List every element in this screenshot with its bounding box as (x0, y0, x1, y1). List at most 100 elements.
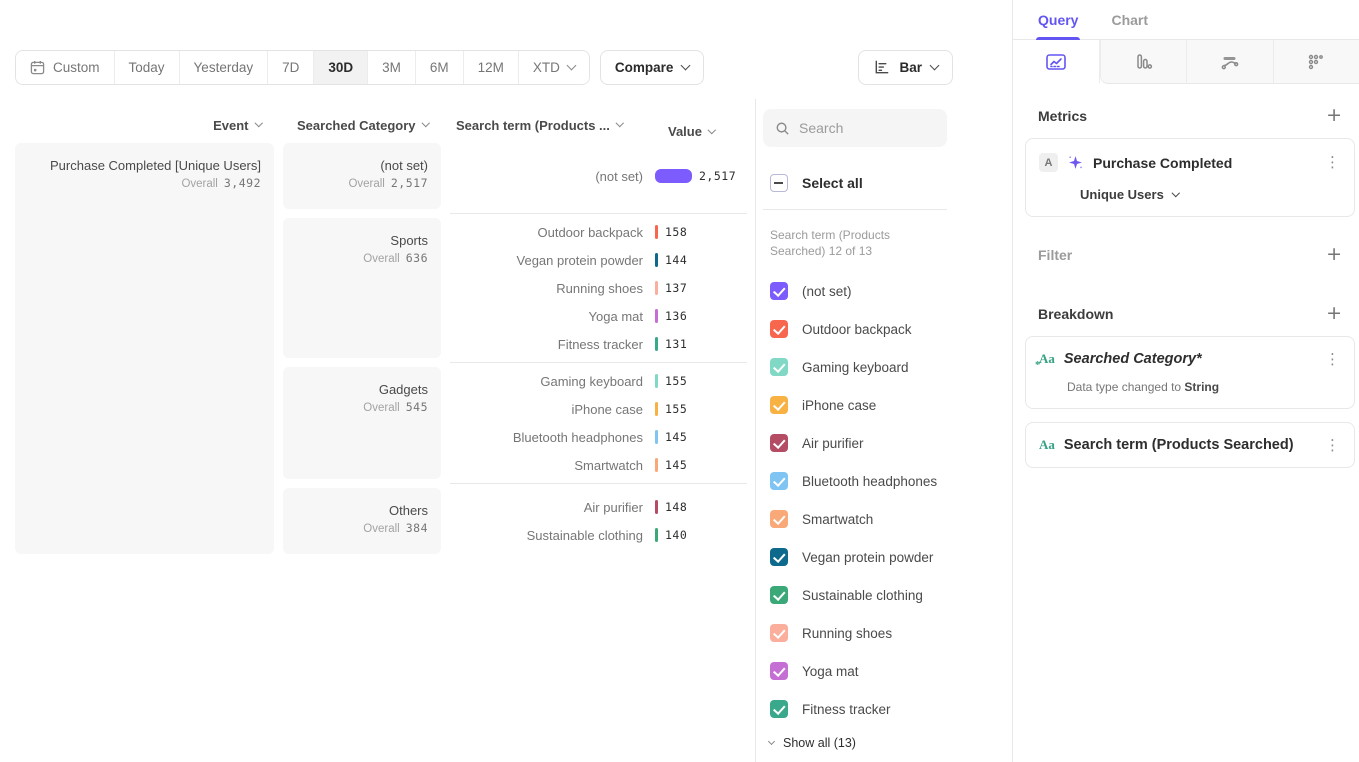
checkbox[interactable] (770, 320, 788, 338)
checkbox[interactable] (770, 662, 788, 680)
table-row[interactable]: Air purifier 148 (450, 493, 755, 521)
checkbox[interactable] (770, 586, 788, 604)
term-checkbox-item[interactable]: Running shoes (763, 614, 1012, 652)
category-name: Gadgets (293, 381, 428, 398)
show-all-button[interactable]: Show all (13) (763, 736, 1012, 750)
date-range-7d[interactable]: 7D (267, 51, 313, 84)
add-filter-button[interactable]: + (1326, 245, 1342, 264)
value-bar[interactable] (655, 253, 658, 267)
value-bar[interactable] (655, 169, 692, 183)
table-row[interactable]: Sustainable clothing 140 (450, 521, 755, 549)
tab-insights[interactable] (1013, 40, 1100, 84)
kebab-icon[interactable]: ⋮ (1323, 438, 1342, 453)
date-range-yesterday[interactable]: Yesterday (179, 51, 268, 84)
checkbox[interactable] (770, 396, 788, 414)
category-overall: Overall545 (293, 400, 428, 414)
checkbox[interactable] (770, 472, 788, 490)
term-checkbox-item[interactable]: Fitness tracker (763, 690, 1012, 728)
table-row[interactable]: Bluetooth headphones 145 (450, 423, 755, 451)
chart-type-button[interactable]: Bar (858, 50, 953, 85)
term-checkbox-label: Outdoor backpack (802, 322, 912, 337)
tab-funnels[interactable] (1100, 40, 1187, 84)
table-row[interactable]: Outdoor backpack 158 (450, 218, 755, 246)
date-range-today[interactable]: Today (114, 51, 179, 84)
category-card[interactable]: Sports Overall636 (283, 218, 441, 358)
term-checkbox-item[interactable]: Outdoor backpack (763, 310, 1012, 348)
column-header-value[interactable]: Value (668, 118, 714, 146)
term-checkbox-item[interactable]: Bluetooth headphones (763, 462, 1012, 500)
category-card[interactable]: Others Overall384 (283, 488, 441, 554)
add-breakdown-button[interactable]: + (1326, 304, 1342, 323)
checkbox[interactable] (770, 282, 788, 300)
value-bar[interactable] (655, 374, 658, 388)
value-bar[interactable] (655, 458, 658, 472)
value-bar[interactable] (655, 528, 658, 542)
date-range-xtd[interactable]: XTD (518, 51, 589, 84)
term-rows: Air purifier 148 Sustainable clothing 14… (450, 488, 755, 554)
select-all[interactable]: Select all (770, 174, 1012, 192)
term-checkbox-item[interactable]: Smartwatch (763, 500, 1012, 538)
checkbox[interactable] (770, 624, 788, 642)
tab-flows[interactable] (1186, 40, 1273, 84)
search-icon (775, 121, 790, 136)
date-range-12m[interactable]: 12M (463, 51, 518, 84)
term-checkbox-item[interactable]: Sustainable clothing (763, 576, 1012, 614)
add-metric-button[interactable]: + (1326, 106, 1342, 125)
breakdown-property-name: Searched Category* (1064, 351, 1202, 367)
compare-button[interactable]: Compare (600, 50, 705, 85)
date-range-custom[interactable]: Custom (16, 51, 114, 84)
term-label: Running shoes (450, 281, 643, 296)
term-checkbox-item[interactable]: Vegan protein powder (763, 538, 1012, 576)
term-checkbox-item[interactable]: (not set) (763, 272, 1012, 310)
event-card[interactable]: Purchase Completed [Unique Users] Overal… (15, 143, 274, 554)
category-card[interactable]: Gadgets Overall545 (283, 367, 441, 479)
table-row[interactable]: (not set) 2,517 (450, 162, 755, 190)
date-range-30d[interactable]: 30D (313, 51, 367, 84)
table-row[interactable]: Yoga mat 136 (450, 302, 755, 330)
term-checkbox-item[interactable]: Gaming keyboard (763, 348, 1012, 386)
table-row[interactable]: Smartwatch 145 (450, 451, 755, 479)
term-checkbox-item[interactable]: Air purifier (763, 424, 1012, 462)
checkbox[interactable] (770, 700, 788, 718)
column-header-category[interactable]: Searched Category (283, 118, 441, 133)
breakdown-card-search-term[interactable]: Aa Search term (Products Searched) ⋮ (1025, 422, 1355, 468)
date-range-3m[interactable]: 3M (367, 51, 415, 84)
select-all-checkbox[interactable] (770, 174, 788, 192)
value-bar[interactable] (655, 281, 658, 295)
value-bar[interactable] (655, 225, 658, 239)
date-range-6m[interactable]: 6M (415, 51, 463, 84)
tab-query[interactable]: Query (1038, 0, 1078, 39)
checkbox[interactable] (770, 548, 788, 566)
breakdown-card-category[interactable]: Aa* Searched Category* ⋮ Data type chang… (1025, 336, 1355, 409)
kebab-icon[interactable]: ⋮ (1323, 155, 1342, 170)
breakdown-card-row: Aa* Searched Category* ⋮ (1039, 351, 1342, 367)
date-range-label: 12M (478, 60, 504, 75)
checkbox[interactable] (770, 358, 788, 376)
table-row[interactable]: iPhone case 155 (450, 395, 755, 423)
tab-retention[interactable] (1273, 40, 1359, 84)
value-bar[interactable] (655, 337, 658, 351)
header-rows-region: Search term (Products ... Value (450, 118, 755, 133)
sidebar-content: Metrics + A Purchase Completed ⋮ (1013, 84, 1359, 468)
kebab-icon[interactable]: ⋮ (1323, 352, 1342, 367)
tab-chart[interactable]: Chart (1111, 0, 1148, 39)
search-box[interactable] (763, 109, 947, 147)
table-row[interactable]: Gaming keyboard 155 (450, 367, 755, 395)
category-card[interactable]: (not set) Overall2,517 (283, 143, 441, 209)
table-row[interactable]: Vegan protein powder 144 (450, 246, 755, 274)
checkbox[interactable] (770, 510, 788, 528)
value-bar[interactable] (655, 402, 658, 416)
checkbox[interactable] (770, 434, 788, 452)
metric-card[interactable]: A Purchase Completed ⋮ Unique Users (1025, 138, 1355, 217)
value-bar[interactable] (655, 309, 658, 323)
column-header-event[interactable]: Event (15, 118, 274, 133)
value-bar[interactable] (655, 500, 658, 514)
search-input[interactable] (799, 120, 929, 136)
value-bar[interactable] (655, 430, 658, 444)
term-checkbox-item[interactable]: iPhone case (763, 386, 1012, 424)
table-row[interactable]: Fitness tracker 131 (450, 330, 755, 358)
measure-dropdown[interactable]: Unique Users (1080, 187, 1342, 202)
category-overall: Overall2,517 (293, 176, 428, 190)
term-checkbox-item[interactable]: Yoga mat (763, 652, 1012, 690)
table-row[interactable]: Running shoes 137 (450, 274, 755, 302)
